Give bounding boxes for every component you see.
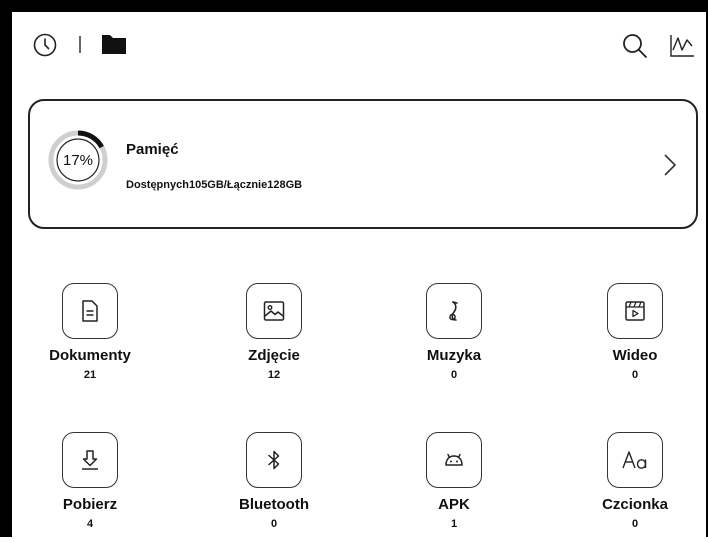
font-button[interactable]	[607, 432, 663, 488]
category-documents[interactable]: Dokumenty 21	[25, 283, 155, 393]
storage-usage-ring: 17%	[46, 128, 110, 192]
recent-button[interactable]	[30, 30, 60, 60]
apk-button[interactable]	[426, 432, 482, 488]
music-icon	[449, 301, 458, 321]
screen-frame-left	[0, 0, 12, 537]
category-label: Zdjęcie	[248, 347, 300, 364]
video-icon	[625, 301, 645, 321]
category-downloads[interactable]: Pobierz 4	[25, 432, 155, 542]
category-count: 0	[450, 369, 458, 381]
bluetooth-icon	[268, 450, 280, 470]
chevron-right-icon	[664, 154, 677, 176]
storage-card[interactable]: 17% Pamięć Dostępnych105GB/Łącznie128GB	[28, 99, 698, 229]
toolbar-divider	[79, 36, 81, 53]
category-label: Pobierz	[62, 496, 118, 513]
video-button[interactable]	[607, 283, 663, 339]
clock-icon	[33, 33, 57, 57]
screen-frame-top	[0, 0, 708, 12]
music-button[interactable]	[426, 283, 482, 339]
category-music[interactable]: Muzyka 0	[389, 283, 519, 393]
search-icon	[623, 34, 647, 58]
download-icon	[82, 450, 98, 470]
bluetooth-button[interactable]	[246, 432, 302, 488]
category-count: 21	[83, 369, 97, 381]
image-button[interactable]	[246, 283, 302, 339]
category-label: Czcionka	[602, 496, 668, 513]
category-label: Wideo	[612, 347, 658, 364]
category-count: 0	[631, 369, 639, 381]
category-bluetooth[interactable]: Bluetooth 0	[209, 432, 339, 542]
category-fonts[interactable]: Czcionka 0	[570, 432, 700, 542]
font-icon	[622, 451, 647, 469]
category-count: 1	[450, 518, 458, 530]
storage-detail: Dostępnych105GB/Łącznie128GB	[126, 179, 303, 191]
category-label: Bluetooth	[239, 496, 309, 513]
document-button[interactable]	[62, 283, 118, 339]
storage-title: Pamięć	[126, 141, 179, 158]
category-count: 0	[270, 518, 278, 530]
document-icon	[82, 300, 98, 322]
category-label: Muzyka	[426, 347, 482, 364]
stats-icon	[670, 35, 694, 57]
category-count: 0	[631, 518, 639, 530]
category-video[interactable]: Wideo 0	[570, 283, 700, 393]
search-button[interactable]	[618, 29, 652, 63]
category-label: Dokumenty	[49, 347, 131, 364]
image-icon	[263, 301, 285, 321]
category-count: 4	[86, 518, 94, 530]
folder-icon	[102, 35, 126, 54]
statistics-button[interactable]	[665, 29, 699, 63]
category-apk[interactable]: APK 1	[389, 432, 519, 542]
category-count: 12	[267, 369, 281, 381]
category-label: APK	[438, 496, 470, 513]
storage-percent: 17%	[62, 151, 94, 169]
files-button[interactable]	[99, 29, 129, 59]
category-images[interactable]: Zdjęcie 12	[209, 283, 339, 393]
android-icon	[445, 453, 463, 466]
download-button[interactable]	[62, 432, 118, 488]
